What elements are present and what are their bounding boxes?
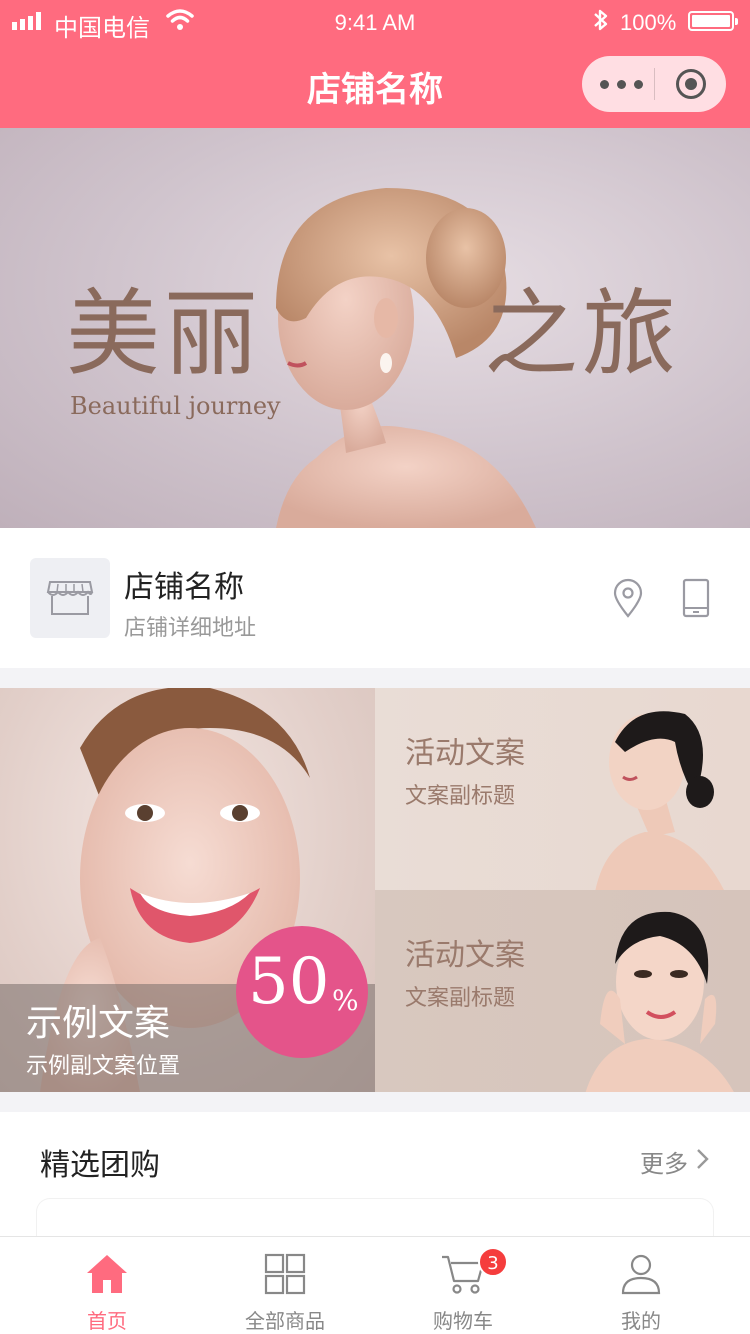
phone-icon[interactable]	[682, 578, 710, 618]
discount-unit: %	[332, 984, 359, 1017]
tab-all-products[interactable]: 全部商品	[196, 1237, 374, 1334]
more-link[interactable]: 更多	[640, 1144, 688, 1179]
home-icon	[87, 1255, 127, 1293]
tab-bar: 首页 全部商品 3 购物车 我的	[0, 1236, 750, 1334]
tab-cart[interactable]: 3 购物车	[374, 1237, 552, 1334]
promo-side-subtitle: 文案副标题	[405, 784, 516, 809]
tab-label: 全部商品	[245, 1309, 325, 1333]
promo-grid: 示例文案 示例副文案位置 50 % 活动文案 文案副标题 活动文案 文案副标题	[0, 688, 750, 1092]
location-pin-icon[interactable]	[612, 578, 644, 618]
store-name: 店铺名称	[124, 570, 244, 605]
banner-heading-left: 美丽	[66, 280, 263, 389]
promo-main-subtitle: 示例副文案位置	[26, 1054, 181, 1079]
status-bar: 中国电信 9:41 AM 100%	[0, 0, 750, 42]
battery-percent: 100%	[620, 10, 677, 35]
banner-subheading: Beautiful journey	[70, 392, 281, 420]
featured-section: 精选团购 更多	[0, 1112, 750, 1238]
promo-side-subtitle: 文案副标题	[405, 986, 516, 1011]
capsule-divider	[654, 68, 655, 100]
storefront-icon	[46, 581, 94, 615]
promo-side-card[interactable]: 活动文案 文案副标题	[375, 890, 750, 1092]
grid-icon	[264, 1253, 306, 1295]
store-info-card: 店铺名称 店铺详细地址	[0, 528, 750, 668]
hero-banner[interactable]: 美丽 之旅 Beautiful journey	[0, 128, 750, 528]
bluetooth-icon	[594, 9, 608, 31]
user-icon	[621, 1254, 661, 1295]
promo-main-title: 示例文案	[26, 1003, 171, 1044]
store-address: 店铺详细地址	[124, 616, 257, 641]
promo-main-card[interactable]: 示例文案 示例副文案位置 50 %	[0, 688, 375, 1092]
tab-profile[interactable]: 我的	[552, 1237, 730, 1334]
section-title: 精选团购	[40, 1148, 160, 1183]
store-logo	[30, 558, 110, 638]
promo-side-card[interactable]: 活动文案 文案副标题	[375, 688, 750, 890]
promo-side-title: 活动文案	[405, 736, 525, 771]
banner-heading-right: 之旅	[484, 280, 681, 389]
promo-side-image	[595, 711, 724, 890]
more-dots-icon[interactable]	[600, 80, 643, 89]
target-icon[interactable]	[676, 69, 706, 99]
discount-badge: 50 %	[236, 926, 368, 1058]
tab-label: 首页	[87, 1309, 127, 1333]
chevron-right-icon[interactable]	[696, 1148, 710, 1170]
nav-bar: 店铺名称	[0, 40, 750, 128]
promo-side-image	[585, 911, 734, 1092]
cart-badge: 3	[478, 1247, 508, 1277]
tab-label: 购物车	[433, 1309, 493, 1333]
discount-value: 50	[248, 945, 330, 1019]
tab-home[interactable]: 首页	[18, 1237, 196, 1334]
mini-program-capsule	[582, 56, 726, 112]
promo-side-title: 活动文案	[405, 938, 525, 973]
product-card[interactable]	[36, 1198, 714, 1238]
battery-icon	[688, 11, 738, 31]
tab-label: 我的	[621, 1309, 661, 1333]
